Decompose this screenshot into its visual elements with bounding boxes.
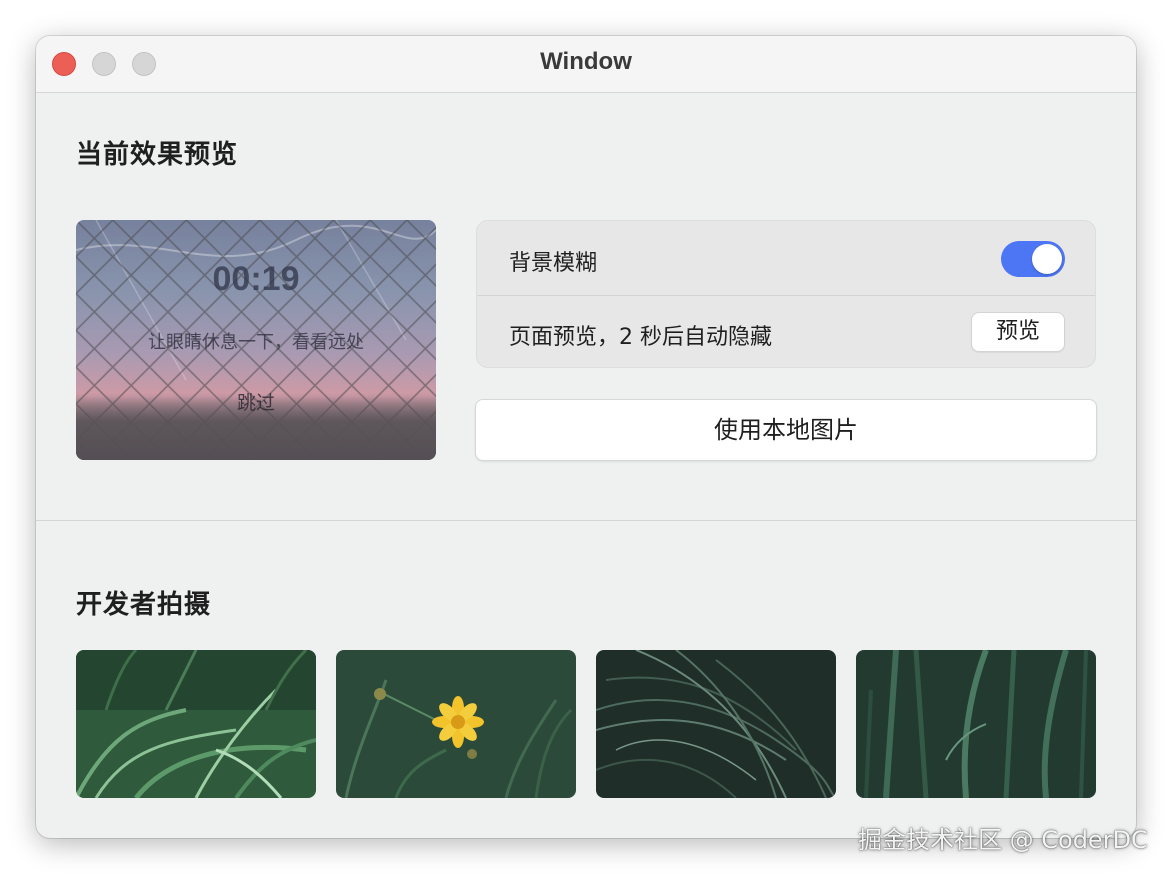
preview-section-title: 当前效果预览: [76, 140, 239, 170]
developer-section-title: 开发者拍摄: [76, 590, 212, 620]
photo-thumbnail-grass[interactable]: [76, 650, 316, 798]
title-bar[interactable]: Window: [36, 36, 1136, 93]
grass-photo-icon: [76, 650, 316, 798]
section-divider: [36, 520, 1136, 521]
countdown-timer: 00:19: [212, 260, 300, 298]
photo-thumbnail-flower[interactable]: [336, 650, 576, 798]
rest-hint-text: 让眼睛休息一下，看看远处: [148, 332, 364, 353]
photo-thumbnail-stems[interactable]: [856, 650, 1096, 798]
watermark-text: 掘金技术社区 @ CoderDC: [858, 826, 1148, 854]
skip-link: 跳过: [236, 392, 275, 414]
preview-button[interactable]: 预览: [971, 312, 1065, 352]
yellow-flower-photo-icon: [336, 650, 576, 798]
blur-setting-label: 背景模糊: [509, 251, 598, 276]
blur-toggle[interactable]: [1001, 241, 1065, 277]
photo-thumbnail-dark-grass[interactable]: [596, 650, 836, 798]
page-preview-label: 页面预览，2 秒后自动隐藏: [509, 325, 772, 350]
blur-setting-row: 背景模糊: [477, 221, 1095, 296]
effect-preview-image: 00:19 让眼睛休息一下，看看远处 跳过: [76, 220, 436, 460]
page-preview-row: 页面预览，2 秒后自动隐藏 预览: [477, 295, 1095, 369]
window-title: Window: [540, 48, 632, 75]
settings-card: 背景模糊 页面预览，2 秒后自动隐藏 预览: [476, 220, 1096, 368]
green-stems-photo-icon: [856, 650, 1096, 798]
dark-grass-photo-icon: [596, 650, 836, 798]
toggle-knob: [1032, 244, 1062, 274]
app-window: Window 当前效果预览 00:19 让眼睛休息一下，看看远处 跳过 背景模糊: [36, 36, 1136, 838]
use-local-image-button[interactable]: 使用本地图片: [475, 399, 1097, 461]
